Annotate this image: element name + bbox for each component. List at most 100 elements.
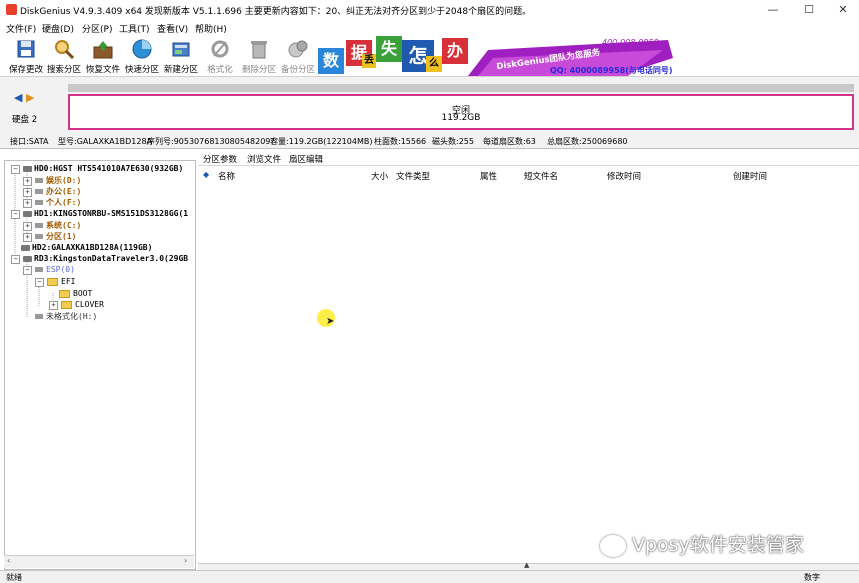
folder-icon [47, 277, 58, 286]
new-partition-button[interactable]: 新建分区 [161, 36, 201, 76]
partition-icon [35, 267, 43, 272]
banner-phone: 400-008-9958 [602, 38, 659, 47]
tree-folder-boot[interactable]: BOOT [59, 289, 92, 298]
tree-disk-hd0[interactable]: − HD0:HGST HTS541010A7E630(932GB) [11, 164, 183, 174]
content-pane [198, 150, 859, 568]
backup-partition-button[interactable]: 备份分区 [278, 36, 318, 76]
recover-files-icon [93, 41, 113, 59]
wechat-icon [600, 534, 626, 557]
collapse-icon[interactable]: − [35, 278, 44, 287]
title-bar: DiskGenius V4.9.3.409 x64 发现新版本 V5.1.1.6… [0, 0, 859, 20]
banner-char: 失 [376, 36, 402, 62]
info-serial: 序列号:9053076813080548209? [147, 137, 275, 146]
free-space-size: 119.2GB [441, 113, 481, 123]
recover-files-button[interactable]: 恢复文件 [83, 36, 123, 76]
app-logo-icon [6, 4, 17, 15]
expand-icon[interactable]: + [23, 177, 32, 186]
tab-divider [198, 165, 859, 166]
scroll-right-arrow-icon[interactable]: › [184, 556, 187, 565]
banner-char: 办 [442, 38, 468, 64]
backup-partition-icon [288, 40, 308, 58]
search-partition-button[interactable]: 搜索分区 [44, 36, 84, 76]
expand-icon[interactable]: + [23, 188, 32, 197]
next-disk-arrow-icon[interactable]: ▶ [26, 91, 34, 104]
tab-sector-edit[interactable]: 扇区编辑 [289, 153, 323, 165]
menu-bar: 文件(F) 硬盘(D) 分区(P) 工具(T) 查看(V) 帮助(H) [0, 20, 859, 36]
collapse-icon[interactable]: − [11, 210, 20, 219]
column-created-time[interactable]: 创建时间 [733, 170, 767, 182]
hard-disk-icon [23, 165, 32, 172]
column-attributes[interactable]: 属性 [480, 170, 497, 182]
tree-partition-f[interactable]: + 个人(F:) [23, 197, 81, 208]
partition-icon [35, 234, 43, 239]
column-name[interactable]: 名称 [218, 170, 235, 182]
scroll-up-arrow-icon[interactable]: ▲ [524, 561, 529, 569]
up-directory-icon[interactable]: ◆ [203, 170, 209, 179]
column-short-name[interactable]: 短文件名 [524, 170, 558, 182]
close-button[interactable]: ✕ [832, 2, 854, 18]
info-total-sectors: 总扇区数:250069680 [547, 137, 628, 146]
banner-char: 丢 [362, 54, 376, 68]
hard-disk-icon [21, 244, 30, 251]
partition-icon [35, 189, 43, 194]
info-heads: 磁头数:255 [432, 137, 474, 146]
current-disk-label: 硬盘 2 [12, 115, 38, 125]
tree-disk-hd2[interactable]: HD2:GALAXKA1BD128A(119GB) [21, 243, 152, 252]
info-model: 型号:GALAXKA1BD128A [58, 137, 153, 146]
support-banner[interactable]: 数 据 丢 失 怎 么 办 400-008-9958 DiskGenius团队为… [318, 36, 673, 76]
free-space-block[interactable]: 空闲 119.2GB [68, 94, 854, 130]
minimize-button[interactable]: — [762, 2, 784, 18]
disk-info-bar: 接口:SATA 型号:GALAXKA1BD128A 序列号:9053076813… [0, 134, 859, 149]
folder-icon [59, 289, 70, 298]
maximize-button[interactable]: ☐ [798, 2, 820, 18]
prev-disk-arrow-icon[interactable]: ◀ [14, 91, 22, 104]
partition-icon [35, 314, 43, 319]
partition-icon [35, 178, 43, 183]
banner-char: 么 [426, 56, 442, 72]
format-button[interactable]: 格式化 [200, 36, 240, 76]
partition-icon [35, 200, 43, 205]
menu-file[interactable]: 文件(F) [6, 22, 36, 35]
expand-icon[interactable]: + [23, 233, 32, 242]
tree-partition-c[interactable]: + 系统(C:) [23, 220, 81, 231]
tree-partition-1[interactable]: + 分区(1) [23, 231, 76, 242]
tree-disk-hd1[interactable]: − HD1:KINGSTONRBU-SMS151DS3128GG(1 [11, 209, 188, 219]
tree-partition-e[interactable]: + 办公(E:) [23, 186, 81, 197]
status-bar: 就绪 数字 [0, 570, 859, 583]
info-cylinders: 柱面数:15566 [374, 137, 427, 146]
delete-partition-button[interactable]: 删除分区 [239, 36, 279, 76]
collapse-icon[interactable]: − [23, 266, 32, 275]
tree-disk-rd3[interactable]: − RD3:KingstonDataTraveler3.0(29GB [11, 254, 188, 264]
collapse-icon[interactable]: − [11, 255, 20, 264]
menu-view[interactable]: 查看(V) [157, 22, 188, 35]
search-partition-icon [55, 40, 75, 60]
menu-tools[interactable]: 工具(T) [119, 22, 150, 35]
menu-disk[interactable]: 硬盘(D) [42, 22, 74, 35]
banner-char: 数 [318, 48, 344, 74]
tree-partition-esp[interactable]: − ESP(0) [23, 265, 75, 275]
info-interface: 接口:SATA [10, 137, 49, 146]
column-modified-time[interactable]: 修改时间 [607, 170, 641, 182]
tree-partition-h[interactable]: 未格式化(H:) [35, 311, 97, 322]
quick-partition-button[interactable]: 快速分区 [122, 36, 162, 76]
quick-partition-icon [132, 39, 152, 59]
collapse-icon[interactable]: − [11, 165, 20, 174]
tree-folder-clover[interactable]: + CLOVER [49, 300, 104, 310]
menu-help[interactable]: 帮助(H) [195, 22, 227, 35]
expand-icon[interactable]: + [23, 199, 32, 208]
column-file-type[interactable]: 文件类型 [396, 170, 430, 182]
partition-icon [35, 223, 43, 228]
tree-horizontal-scrollbar[interactable]: ‹ › [4, 555, 194, 568]
folder-icon [61, 300, 72, 309]
disk-tree-panel: − HD0:HGST HTS541010A7E630(932GB) + 娱乐(D:)… [4, 160, 196, 570]
tree-partition-d[interactable]: + 娱乐(D:) [23, 175, 81, 186]
scroll-left-arrow-icon[interactable]: ‹ [7, 556, 10, 565]
expand-icon[interactable]: + [23, 222, 32, 231]
hard-disk-icon [23, 210, 32, 217]
menu-partition[interactable]: 分区(P) [82, 22, 112, 35]
column-size[interactable]: 大小 [371, 170, 388, 182]
expand-icon[interactable]: + [49, 301, 58, 310]
tree-folder-efi[interactable]: − EFI [35, 277, 75, 287]
tab-partition-params[interactable]: 分区参数 [203, 153, 237, 165]
save-icon [17, 40, 35, 58]
